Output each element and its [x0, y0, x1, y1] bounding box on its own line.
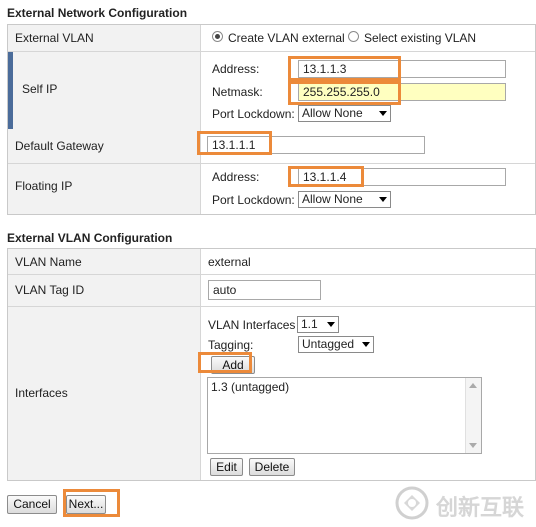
cancel-button[interactable]: Cancel — [7, 495, 57, 514]
scroll-down-icon[interactable] — [469, 443, 477, 448]
interfaces-label: Interfaces — [15, 386, 68, 400]
chevron-down-icon — [379, 197, 387, 202]
floating-ip-port-lockdown-value: Allow None — [302, 192, 363, 206]
floating-ip-port-lockdown-select[interactable]: Allow None — [298, 191, 391, 208]
default-gateway-input[interactable]: 13.1.1.1 — [207, 136, 425, 154]
default-gateway-label: Default Gateway — [15, 139, 104, 153]
self-ip-netmask-label: Netmask: — [212, 85, 263, 99]
floating-ip-address-input[interactable]: 13.1.1.4 — [298, 168, 506, 186]
vlan-name-value: external — [208, 255, 251, 269]
watermark-icon — [395, 486, 429, 520]
floating-ip-port-lockdown-label: Port Lockdown: — [212, 193, 295, 207]
chevron-down-icon — [327, 322, 335, 327]
self-ip-label: Self IP — [22, 82, 58, 96]
external-network-title: External Network Configuration — [7, 6, 188, 20]
delete-button[interactable]: Delete — [249, 458, 295, 476]
vlan-tag-label: VLAN Tag ID — [15, 283, 85, 297]
scrollbar[interactable] — [465, 378, 481, 453]
tagging-select[interactable]: Untagged — [298, 336, 374, 353]
default-gateway-row-box: Default Gateway 13.1.1.1 — [8, 129, 535, 164]
self-ip-address-input[interactable]: 13.1.1.3 — [298, 60, 506, 78]
interfaces-list-item[interactable]: 1.3 (untagged) — [211, 380, 289, 394]
create-vlan-radio[interactable] — [212, 31, 223, 42]
external-vlan-label: External VLAN — [15, 31, 94, 45]
external-vlan-table: VLAN Name external VLAN Tag ID auto Inte… — [7, 248, 536, 481]
add-button[interactable]: Add — [211, 356, 255, 374]
self-ip-port-lockdown-label: Port Lockdown: — [212, 107, 295, 121]
select-existing-vlan-radio[interactable] — [348, 31, 359, 42]
self-ip-address-label: Address: — [212, 62, 260, 76]
select-existing-vlan-label: Select existing VLAN — [364, 31, 477, 45]
watermark-logo: 创新互联 — [392, 485, 528, 521]
vlan-tag-input[interactable]: auto — [208, 280, 321, 300]
vlan-name-label: VLAN Name — [15, 255, 82, 269]
vlan-interfaces-select[interactable]: 1.1 — [297, 316, 339, 333]
chevron-down-icon — [379, 111, 387, 116]
external-vlan-config-title: External VLAN Configuration — [7, 231, 173, 245]
tagging-label: Tagging: — [208, 338, 254, 352]
external-vlan-row: External VLAN Create VLAN external Selec… — [8, 25, 535, 52]
scroll-up-icon[interactable] — [469, 383, 477, 388]
floating-ip-row: Floating IP Address: 13.1.1.4 Port Lockd… — [8, 164, 535, 214]
interfaces-row: Interfaces VLAN Interfaces 1.1 Tagging: … — [8, 307, 535, 480]
vlan-interfaces-value: 1.1 — [301, 317, 318, 331]
vlan-name-row: VLAN Name external — [8, 249, 535, 275]
tagging-value: Untagged — [302, 337, 355, 351]
vlan-interfaces-label: VLAN Interfaces — [208, 318, 296, 332]
self-ip-netmask-input[interactable]: 255.255.255.0 — [298, 83, 506, 101]
edit-button[interactable]: Edit — [210, 458, 243, 476]
chevron-down-icon — [362, 342, 370, 347]
next-button[interactable]: Next... — [66, 495, 106, 514]
external-network-table: External VLAN Create VLAN external Selec… — [7, 24, 536, 215]
create-vlan-label: Create VLAN external — [228, 31, 345, 45]
self-ip-port-lockdown-value: Allow None — [302, 106, 363, 120]
interfaces-listbox[interactable]: 1.3 (untagged) — [207, 377, 482, 454]
floating-ip-label: Floating IP — [15, 179, 73, 193]
floating-ip-address-label: Address: — [212, 170, 260, 184]
watermark-text: 创新互联 — [436, 496, 525, 521]
self-ip-port-lockdown-select[interactable]: Allow None — [298, 105, 391, 122]
vlan-tag-row: VLAN Tag ID auto — [8, 275, 535, 307]
